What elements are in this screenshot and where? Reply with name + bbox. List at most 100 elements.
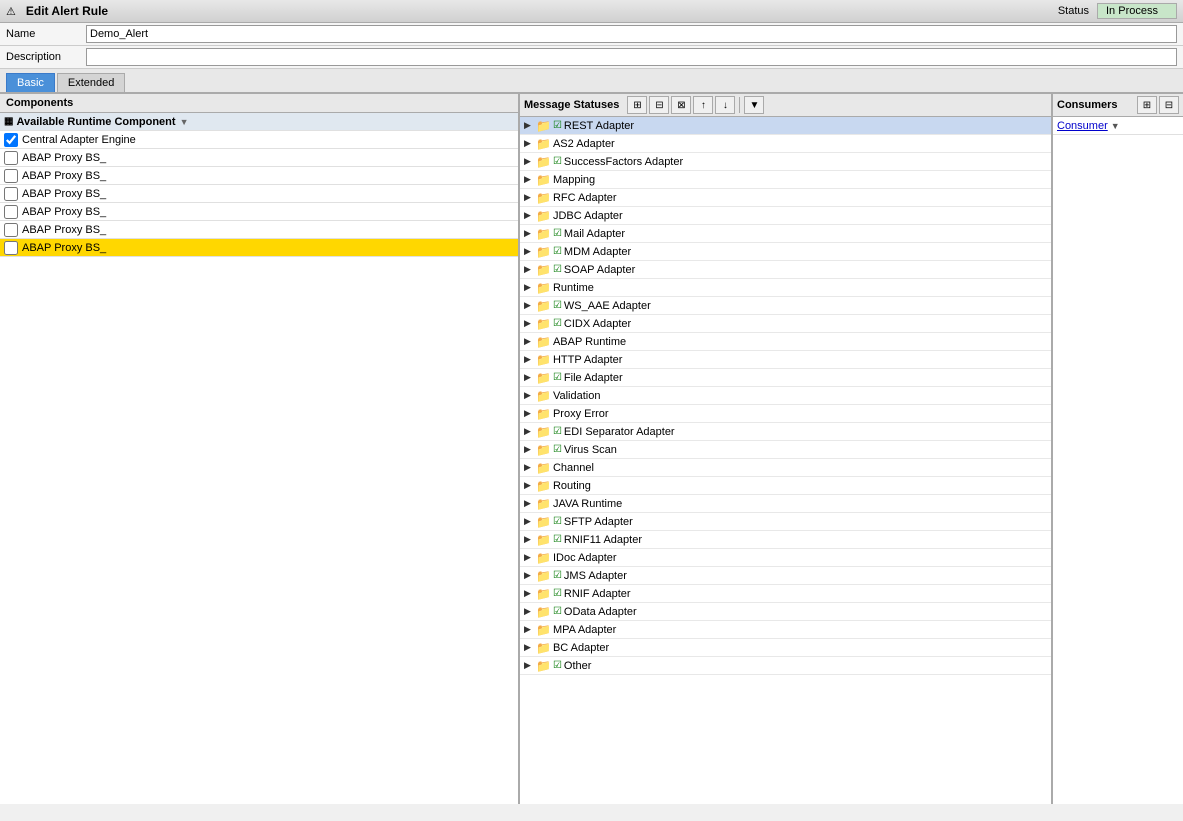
component-abap3[interactable]: ABAP Proxy BS_	[0, 185, 518, 203]
tree-arrow-soap[interactable]: ▶	[524, 264, 534, 275]
tree-arrow-mpa[interactable]: ▶	[524, 624, 534, 635]
status-row-rnif[interactable]: ▶📁☑RNIF Adapter	[520, 585, 1051, 603]
status-row-idoc[interactable]: ▶📁IDoc Adapter	[520, 549, 1051, 567]
component-abap3-checkbox[interactable]	[4, 187, 18, 201]
status-row-bc[interactable]: ▶📁BC Adapter	[520, 639, 1051, 657]
component-central-checkbox[interactable]	[4, 133, 18, 147]
description-input[interactable]	[86, 48, 1177, 66]
component-abap2-checkbox[interactable]	[4, 169, 18, 183]
tree-arrow-idoc[interactable]: ▶	[524, 552, 534, 563]
tree-arrow-mapping[interactable]: ▶	[524, 174, 534, 185]
tree-arrow-http[interactable]: ▶	[524, 354, 534, 365]
component-abap5[interactable]: ABAP Proxy BS_	[0, 221, 518, 239]
component-abap6-checkbox[interactable]	[4, 241, 18, 255]
consumer-link-consumer1[interactable]: Consumer	[1057, 120, 1108, 132]
status-row-as2[interactable]: ▶📁AS2 Adapter	[520, 135, 1051, 153]
status-row-mpa[interactable]: ▶📁MPA Adapter	[520, 621, 1051, 639]
toolbar-collapse-all[interactable]: ⊟	[649, 96, 669, 114]
status-row-jdbc[interactable]: ▶📁JDBC Adapter	[520, 207, 1051, 225]
tree-arrow-file[interactable]: ▶	[524, 372, 534, 383]
tree-arrow-as2[interactable]: ▶	[524, 138, 534, 149]
status-row-edi[interactable]: ▶📁☑EDI Separator Adapter	[520, 423, 1051, 441]
tree-arrow-bc[interactable]: ▶	[524, 642, 534, 653]
status-row-rest[interactable]: ▶📁☑REST Adapter	[520, 117, 1051, 135]
main-area: Components ▦ Available Runtime Component…	[0, 93, 1183, 804]
component-central[interactable]: Central Adapter Engine	[0, 131, 518, 149]
status-row-success[interactable]: ▶📁☑SuccessFactors Adapter	[520, 153, 1051, 171]
tree-arrow-odata[interactable]: ▶	[524, 606, 534, 617]
tree-arrow-java[interactable]: ▶	[524, 498, 534, 509]
tree-arrow-abapruntime[interactable]: ▶	[524, 336, 534, 347]
consumers-btn2[interactable]: ⊟	[1159, 96, 1179, 114]
consumers-btn1[interactable]: ⊞	[1137, 96, 1157, 114]
tree-arrow-virusscan[interactable]: ▶	[524, 444, 534, 455]
tree-arrow-wsaae[interactable]: ▶	[524, 300, 534, 311]
status-row-channel[interactable]: ▶📁Channel	[520, 459, 1051, 477]
toolbar-filter[interactable]: ▼	[744, 96, 764, 114]
tree-arrow-rfc[interactable]: ▶	[524, 192, 534, 203]
status-row-rfc[interactable]: ▶📁RFC Adapter	[520, 189, 1051, 207]
toolbar-expand-all[interactable]: ⊞	[627, 96, 647, 114]
status-row-proxyerror[interactable]: ▶📁Proxy Error	[520, 405, 1051, 423]
toolbar-btn-down[interactable]: ↓	[715, 96, 735, 114]
tree-arrow-validation[interactable]: ▶	[524, 390, 534, 401]
tree-arrow-edi[interactable]: ▶	[524, 426, 534, 437]
tab-extended[interactable]: Extended	[57, 73, 125, 92]
component-abap4-checkbox[interactable]	[4, 205, 18, 219]
status-row-mapping[interactable]: ▶📁Mapping	[520, 171, 1051, 189]
status-row-routing[interactable]: ▶📁Routing	[520, 477, 1051, 495]
status-row-virusscan[interactable]: ▶📁☑Virus Scan	[520, 441, 1051, 459]
check-icon-success: ☑	[553, 156, 562, 167]
status-row-other[interactable]: ▶📁☑Other	[520, 657, 1051, 675]
name-input[interactable]	[86, 25, 1177, 43]
tree-arrow-runtime[interactable]: ▶	[524, 282, 534, 293]
components-available-header[interactable]: ▦ Available Runtime Component ▼	[0, 113, 518, 131]
status-row-mail[interactable]: ▶📁☑Mail Adapter	[520, 225, 1051, 243]
component-abap4[interactable]: ABAP Proxy BS_	[0, 203, 518, 221]
tree-arrow-proxyerror[interactable]: ▶	[524, 408, 534, 419]
tree-arrow-jdbc[interactable]: ▶	[524, 210, 534, 221]
tree-arrow-rnif[interactable]: ▶	[524, 588, 534, 599]
component-abap6[interactable]: ABAP Proxy BS_	[0, 239, 518, 257]
tree-arrow-success[interactable]: ▶	[524, 156, 534, 167]
status-row-rnif11[interactable]: ▶📁☑RNIF11 Adapter	[520, 531, 1051, 549]
status-row-wsaae[interactable]: ▶📁☑WS_AAE Adapter	[520, 297, 1051, 315]
component-abap1-checkbox[interactable]	[4, 151, 18, 165]
tree-arrow-mail[interactable]: ▶	[524, 228, 534, 239]
status-label-jdbc: JDBC Adapter	[553, 210, 623, 222]
status-label-rfc: RFC Adapter	[553, 192, 617, 204]
status-label-routing: Routing	[553, 480, 591, 492]
toolbar-btn3[interactable]: ⊠	[671, 96, 691, 114]
status-row-abapruntime[interactable]: ▶📁ABAP Runtime	[520, 333, 1051, 351]
tree-arrow-channel[interactable]: ▶	[524, 462, 534, 473]
tree-arrow-rest[interactable]: ▶	[524, 120, 534, 131]
status-row-jms[interactable]: ▶📁☑JMS Adapter	[520, 567, 1051, 585]
status-row-java[interactable]: ▶📁JAVA Runtime	[520, 495, 1051, 513]
status-row-cidx[interactable]: ▶📁☑CIDX Adapter	[520, 315, 1051, 333]
component-abap5-checkbox[interactable]	[4, 223, 18, 237]
status-row-odata[interactable]: ▶📁☑OData Adapter	[520, 603, 1051, 621]
tree-arrow-other[interactable]: ▶	[524, 660, 534, 671]
tree-arrow-jms[interactable]: ▶	[524, 570, 534, 581]
status-row-sftp[interactable]: ▶📁☑SFTP Adapter	[520, 513, 1051, 531]
folder-icon-jms: 📁	[536, 569, 551, 583]
tree-arrow-cidx[interactable]: ▶	[524, 318, 534, 329]
toolbar-btn-up[interactable]: ↑	[693, 96, 713, 114]
folder-icon-rfc: 📁	[536, 191, 551, 205]
tree-arrow-sftp[interactable]: ▶	[524, 516, 534, 527]
status-row-mdm[interactable]: ▶📁☑MDM Adapter	[520, 243, 1051, 261]
status-row-soap[interactable]: ▶📁☑SOAP Adapter	[520, 261, 1051, 279]
tree-arrow-mdm[interactable]: ▶	[524, 246, 534, 257]
status-label-channel: Channel	[553, 462, 594, 474]
component-abap2[interactable]: ABAP Proxy BS_	[0, 167, 518, 185]
status-row-validation[interactable]: ▶📁Validation	[520, 387, 1051, 405]
tree-arrow-routing[interactable]: ▶	[524, 480, 534, 491]
status-label-virusscan: Virus Scan	[564, 444, 617, 456]
tree-arrow-rnif11[interactable]: ▶	[524, 534, 534, 545]
component-abap5-label: ABAP Proxy BS_	[22, 224, 106, 236]
status-row-runtime[interactable]: ▶📁Runtime	[520, 279, 1051, 297]
tab-basic[interactable]: Basic	[6, 73, 55, 92]
component-abap1[interactable]: ABAP Proxy BS_	[0, 149, 518, 167]
status-row-file[interactable]: ▶📁☑File Adapter	[520, 369, 1051, 387]
status-row-http[interactable]: ▶📁HTTP Adapter	[520, 351, 1051, 369]
